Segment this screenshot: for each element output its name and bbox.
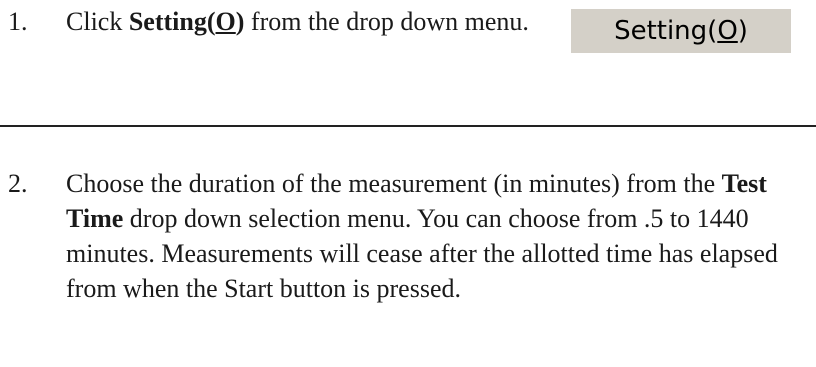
setting-menu-item-image: Setting(O) xyxy=(571,9,791,53)
setting-menu-mnemonic: O xyxy=(717,15,738,46)
step-2: 2. Choose the duration of the measuremen… xyxy=(0,166,816,366)
instruction-text: Click xyxy=(66,7,129,36)
section-divider xyxy=(0,125,816,127)
step-1: 1. Click Setting(O) from the drop down m… xyxy=(0,4,816,84)
instruction-text-end: drop down selection menu. You can choose… xyxy=(66,204,778,303)
step-instruction: Choose the duration of the measurement (… xyxy=(66,166,816,306)
menu-name-bold: Setting(O) xyxy=(129,7,245,36)
setting-menu-label-text: Setting( xyxy=(614,15,718,46)
instruction-text: Choose the duration of the measurement (… xyxy=(66,169,722,198)
setting-menu-label: Setting(O) xyxy=(614,14,748,49)
menu-name-text: Setting( xyxy=(128,7,216,36)
mnemonic-underline: O xyxy=(215,7,236,36)
instruction-text-end: from the drop down menu. xyxy=(244,7,529,36)
step-number: 2. xyxy=(8,169,28,198)
step-number: 1. xyxy=(8,7,28,36)
step-instruction: Click Setting(O) from the drop down menu… xyxy=(66,4,546,39)
setting-menu-label-close: ) xyxy=(737,15,748,46)
